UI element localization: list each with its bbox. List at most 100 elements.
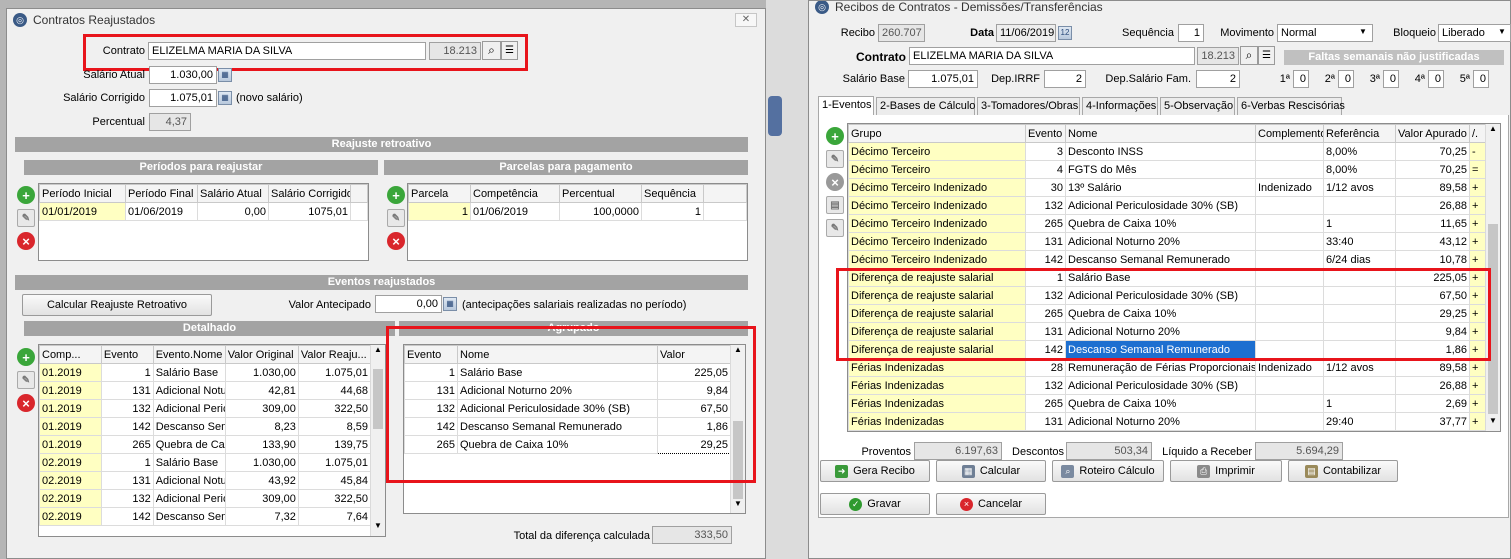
chevron-down-icon[interactable]: ▼ <box>1359 27 1371 36</box>
table-row[interactable]: Décimo Terceiro 4 FGTS do Mês 8,00% 70,25 = <box>848 160 1486 179</box>
cell[interactable]: Salário Base <box>457 363 658 382</box>
cell[interactable]: Adicional Periculosidade 30% (SB) <box>1065 286 1256 305</box>
cell[interactable]: 1 <box>1323 214 1396 233</box>
cell[interactable]: 100,0000 <box>559 202 642 221</box>
cell[interactable]: 01/06/2019 <box>125 202 198 221</box>
cell[interactable]: 9,84 <box>1395 322 1470 341</box>
cell[interactable] <box>1255 394 1324 413</box>
cell[interactable]: 1,86 <box>1395 340 1470 359</box>
delete-icon[interactable]: × <box>17 232 35 250</box>
cell[interactable]: 131 <box>1025 322 1066 341</box>
cell[interactable]: 265 <box>1025 214 1066 233</box>
cell[interactable]: - <box>1469 142 1486 161</box>
add-icon[interactable]: + <box>826 127 844 145</box>
cell[interactable]: 01/01/2019 <box>39 202 126 221</box>
scroll-thumb[interactable] <box>733 421 743 499</box>
table-row[interactable]: 02.2019 142 Descanso Sem 7,32 7,64 <box>39 507 372 526</box>
cell[interactable]: Férias Indenizadas <box>848 358 1026 377</box>
cell[interactable]: 1.030,00 <box>224 453 299 472</box>
tab-3[interactable]: 3-Tomadores/Obras <box>977 97 1080 115</box>
gera-recibo-button[interactable]: ➜ Gera Recibo <box>820 460 930 482</box>
document-icon[interactable]: ▤ <box>826 196 844 214</box>
cell[interactable]: Décimo Terceiro <box>848 160 1026 179</box>
cell[interactable]: 142 <box>100 507 154 526</box>
tab-4[interactable]: 4-Informações <box>1082 97 1158 115</box>
cell[interactable]: 142 <box>404 417 458 436</box>
cell[interactable]: 309,00 <box>224 399 299 418</box>
gravar-button[interactable]: ✓ Gravar <box>820 493 930 515</box>
cell[interactable]: Adicional Periculosidade 30% (SB) <box>1065 376 1256 395</box>
cell[interactable]: Adicional Peric <box>152 399 226 418</box>
cell[interactable]: 265 <box>404 435 458 454</box>
calcular-reajuste-button[interactable]: Calcular Reajuste Retroativo <box>22 294 212 316</box>
cell[interactable]: Adicional Noturno 20% <box>1065 412 1256 431</box>
cell[interactable]: 225,05 <box>1395 268 1470 287</box>
edit-icon[interactable]: ✎ <box>387 209 405 227</box>
cell[interactable]: Décimo Terceiro Indenizado <box>848 250 1026 269</box>
cell[interactable]: 89,58 <box>1395 358 1470 377</box>
list-icon[interactable]: ☰ <box>1258 46 1275 65</box>
table-row[interactable]: 01.2019 1 Salário Base 1.030,00 1.075,01 <box>39 363 372 382</box>
cell[interactable]: Diferença de reajuste salarial <box>848 286 1026 305</box>
detalhado-col-header[interactable]: Comp... <box>39 345 102 364</box>
edit-icon[interactable]: ✎ <box>826 150 844 168</box>
cell[interactable]: 1.075,01 <box>297 453 372 472</box>
cell[interactable]: 309,00 <box>224 489 299 508</box>
scroll-down-icon[interactable]: ▼ <box>731 499 745 513</box>
cell[interactable]: Décimo Terceiro <box>848 142 1026 161</box>
cell[interactable]: FGTS do Mês <box>1065 160 1256 179</box>
detalhado-scrollbar[interactable]: ▲ ▼ <box>370 345 385 536</box>
scroll-down-icon[interactable]: ▼ <box>371 521 385 535</box>
cell[interactable]: 02.2019 <box>39 507 102 526</box>
cell[interactable]: 132 <box>100 489 154 508</box>
calcular-button[interactable]: ▦ Calcular <box>936 460 1046 482</box>
eventos-col-header[interactable]: Grupo <box>848 124 1026 143</box>
cell[interactable] <box>1323 286 1396 305</box>
cell[interactable]: + <box>1469 250 1486 269</box>
cell[interactable]: 01.2019 <box>39 435 102 454</box>
eventos-scrollbar[interactable]: ▲ ▼ <box>1485 124 1500 431</box>
cell[interactable]: 132 <box>1025 376 1066 395</box>
cell[interactable] <box>1255 412 1324 431</box>
cell[interactable]: Décimo Terceiro Indenizado <box>848 178 1026 197</box>
tab-2[interactable]: 2-Bases de Cálculo <box>876 97 975 115</box>
eventos-grid[interactable]: Grupo Evento Nome Complemento Referência… <box>847 123 1501 432</box>
periodos-grid[interactable]: Período Inicial Período Final Salário At… <box>38 183 369 261</box>
cell[interactable]: + <box>1469 196 1486 215</box>
falta-input[interactable]: 0 <box>1338 70 1354 88</box>
cell[interactable]: Adicional Noturno 20% <box>1065 232 1256 251</box>
cell[interactable] <box>1255 142 1324 161</box>
contabilizar-button[interactable]: ▤ Contabilizar <box>1288 460 1398 482</box>
close-button[interactable]: ✕ <box>735 13 757 27</box>
parcelas-grid[interactable]: Parcela Competência Percentual Sequência… <box>407 183 748 261</box>
cell[interactable]: Salário Base <box>152 453 226 472</box>
cell[interactable]: 131 <box>100 471 154 490</box>
list-icon[interactable]: ☰ <box>501 41 518 60</box>
cell[interactable] <box>1255 286 1324 305</box>
cell[interactable]: 131 <box>404 381 458 400</box>
cell[interactable]: 132 <box>404 399 458 418</box>
remove-icon[interactable]: × <box>826 173 844 191</box>
cell[interactable]: 133,90 <box>224 435 299 454</box>
scroll-thumb[interactable] <box>373 369 383 429</box>
table-row[interactable]: Décimo Terceiro Indenizado 142 Descanso Se… <box>848 250 1486 269</box>
cell[interactable]: 45,84 <box>297 471 372 490</box>
table-row[interactable]: 1 Salário Base 225,05 <box>404 363 731 382</box>
cell[interactable]: 44,68 <box>297 381 372 400</box>
cell[interactable]: Adicional Notu <box>152 381 226 400</box>
eventos-col-header[interactable]: Complemento <box>1255 124 1324 143</box>
table-row[interactable]: Férias Indenizadas 265 Quebra de Caixa 10%… <box>848 394 1486 413</box>
cell[interactable]: 1.075,01 <box>297 363 372 382</box>
eventos-col-header[interactable]: Evento <box>1025 124 1066 143</box>
table-row[interactable]: 132 Adicional Periculosidade 30% (SB) 67,5… <box>404 399 731 418</box>
delete-icon[interactable]: × <box>17 394 35 412</box>
calculator-icon[interactable]: ▦ <box>218 68 232 82</box>
cell[interactable]: 7,32 <box>224 507 299 526</box>
scroll-up-icon[interactable]: ▲ <box>1486 124 1500 138</box>
cell[interactable]: 10,78 <box>1395 250 1470 269</box>
cell[interactable]: 01.2019 <box>39 399 102 418</box>
table-row[interactable]: 01.2019 265 Quebra de Cai 133,90 139,75 <box>39 435 372 454</box>
cell[interactable]: 3 <box>1025 142 1066 161</box>
cell[interactable]: 139,75 <box>297 435 372 454</box>
cell[interactable]: 29:40 <box>1323 412 1396 431</box>
